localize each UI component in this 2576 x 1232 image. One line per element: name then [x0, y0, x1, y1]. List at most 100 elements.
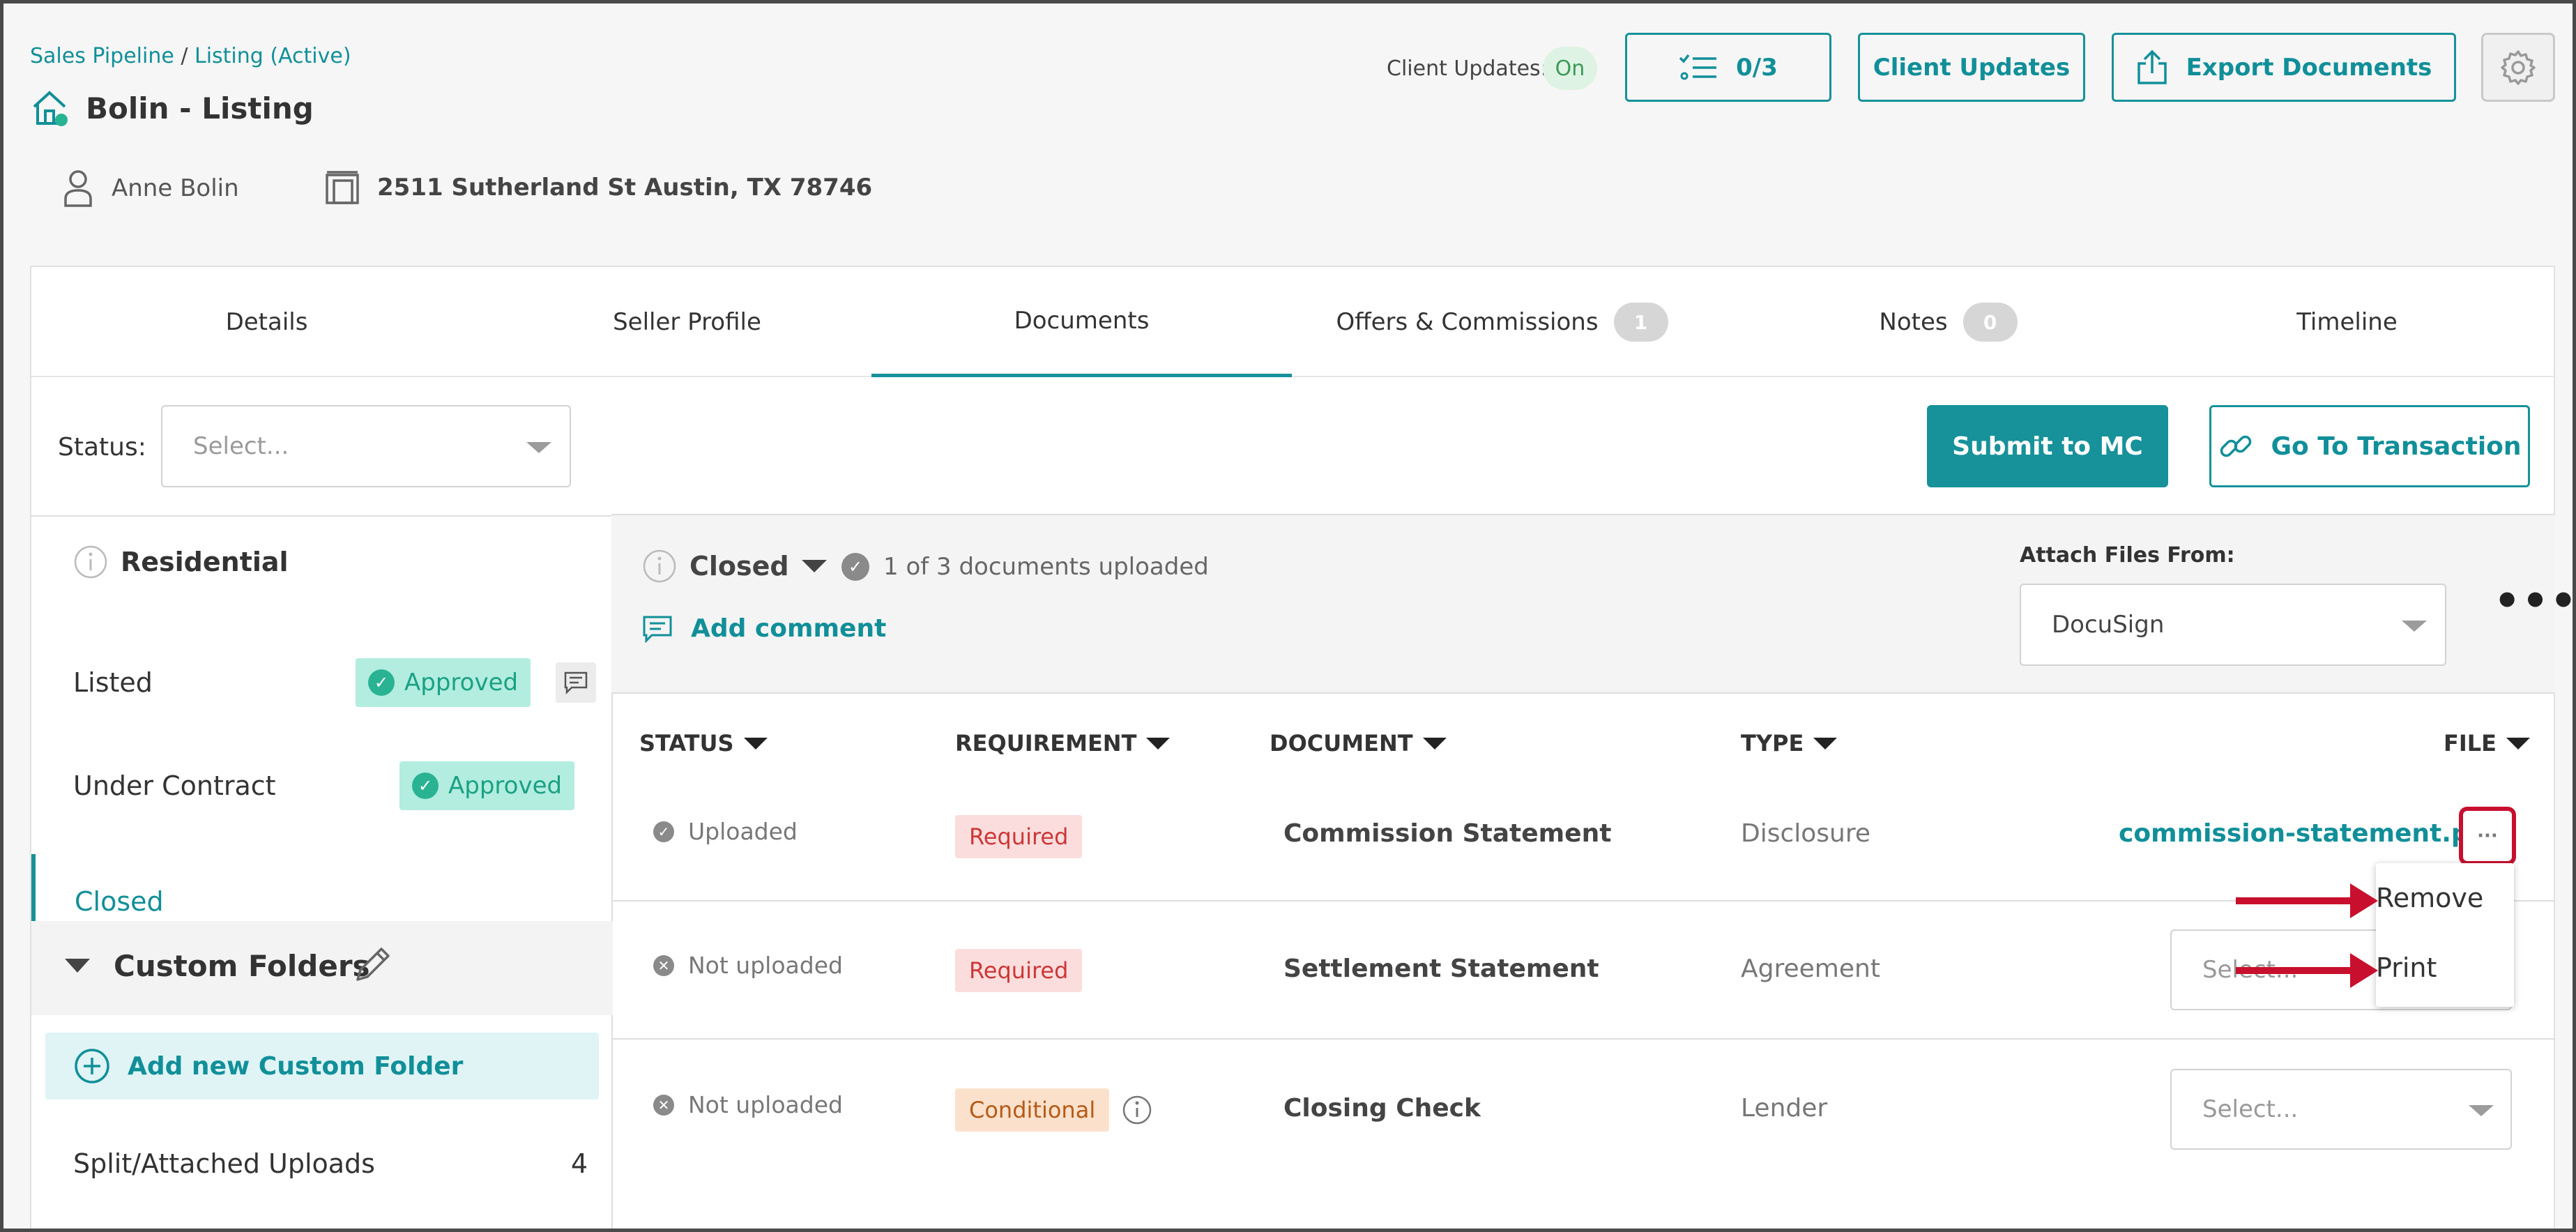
house-icon	[33, 91, 68, 126]
menu-item-label: Remove	[2376, 883, 2484, 913]
attach-files-label: Attach Files From:	[2020, 543, 2235, 568]
tab-label: Documents	[1014, 306, 1150, 335]
stage-dropdown[interactable]: Closed	[642, 549, 827, 584]
file-options-button[interactable]: ···	[2459, 807, 2516, 865]
gear-icon	[2501, 50, 2536, 85]
custom-folders-label: Custom Folders	[114, 949, 370, 983]
document-type: Agreement	[1741, 955, 1880, 983]
info-icon[interactable]	[1122, 1095, 1152, 1125]
add-comment-label: Add comment	[691, 614, 887, 643]
row-requirement: Required	[955, 949, 1083, 992]
split-uploads-count: 4	[570, 1148, 588, 1179]
tab-documents[interactable]: Documents	[871, 267, 1292, 377]
red-arrow-icon	[2236, 883, 2378, 918]
tab-timeline[interactable]: Timeline	[2137, 267, 2557, 377]
requirement-badge: Required	[955, 815, 1083, 858]
custom-folders-header[interactable]: Custom Folders	[31, 921, 613, 1015]
add-comment-link[interactable]: Add comment	[642, 614, 886, 643]
breadcrumb-sales-pipeline[interactable]: Sales Pipeline	[30, 44, 174, 68]
row-file: Select...	[2170, 1069, 2512, 1150]
submit-to-mc-button[interactable]: Submit to MC	[1927, 405, 2168, 487]
check-circle-icon: ✓	[653, 821, 674, 842]
file-select[interactable]: Select...	[2170, 1069, 2512, 1150]
column-requirement[interactable]: REQUIREMENT	[955, 730, 1171, 756]
client-updates-label: Client Updates:	[1387, 56, 1548, 81]
status-badge-approved: ✓ Approved	[399, 761, 575, 810]
sort-caret-icon	[1422, 737, 1447, 750]
add-custom-folder-button[interactable]: Add new Custom Folder	[45, 1033, 599, 1100]
plus-circle-icon	[75, 1049, 109, 1083]
more-options-button[interactable]: •••	[2494, 577, 2573, 625]
row-requirement: Required	[955, 815, 1083, 858]
tab-seller-profile[interactable]: Seller Profile	[477, 267, 897, 377]
attach-files-select[interactable]: DocuSign	[2020, 584, 2446, 666]
menu-item-label: Print	[2376, 952, 2437, 983]
settings-button[interactable]	[2481, 33, 2555, 102]
address-text: 2511 Sutherland St Austin, TX 78746	[377, 174, 873, 201]
comment-icon[interactable]	[556, 662, 596, 703]
red-arrow-icon	[2236, 953, 2378, 988]
person-icon	[64, 170, 92, 207]
file-link[interactable]: commission-statement.pdf	[2119, 819, 2498, 848]
column-document[interactable]: DOCUMENT	[1270, 730, 1447, 756]
tab-count-badge: 0	[1963, 303, 2018, 342]
sort-caret-icon	[743, 737, 768, 750]
tab-notes[interactable]: Notes 0	[1738, 267, 2158, 377]
stage-listed[interactable]: Listed ✓ Approved	[31, 649, 613, 716]
menu-item-print[interactable]: Print	[2376, 933, 2514, 1003]
breadcrumb: Sales Pipeline / Listing (Active)	[30, 44, 351, 68]
sort-caret-icon	[2506, 737, 2531, 750]
column-status[interactable]: STATUS	[639, 730, 768, 756]
chevron-down-icon	[2402, 621, 2427, 632]
document-name: Commission Statement	[1283, 819, 1612, 848]
check-circle-icon: ✓	[368, 669, 395, 696]
row-status-label: Not uploaded	[688, 952, 843, 979]
upload-icon	[2137, 50, 2167, 84]
column-label: DOCUMENT	[1270, 730, 1413, 756]
split-uploads-label: Split/Attached Uploads	[73, 1148, 375, 1179]
row-status: ✕ Not uploaded	[653, 952, 843, 979]
upload-progress-text: 1 of 3 documents uploaded	[883, 553, 1209, 581]
stage-label: Under Contract	[73, 770, 276, 801]
document-name: Closing Check	[1283, 1094, 1481, 1123]
stage-under-contract[interactable]: Under Contract ✓ Approved	[31, 752, 613, 819]
row-document: Commission Statement	[1283, 819, 1611, 848]
app-window: Sales Pipeline / Listing (Active) Bolin …	[0, 0, 2576, 1232]
checklist-icon	[1679, 54, 1717, 79]
x-circle-icon: ✕	[653, 1094, 674, 1116]
go-to-transaction-label: Go To Transaction	[2271, 432, 2522, 461]
column-label: FILE	[2444, 730, 2497, 756]
client-updates-toggle[interactable]: On	[1543, 47, 1597, 90]
tab-label: Timeline	[2296, 308, 2398, 336]
client-updates-button[interactable]: Client Updates	[1858, 33, 2085, 102]
column-type[interactable]: TYPE	[1741, 730, 1838, 756]
split-attached-uploads[interactable]: Split/Attached Uploads 4	[31, 1130, 613, 1197]
table-row: ✕ Not uploaded Conditional Closing Check…	[611, 1040, 2555, 1179]
page-title-row: Bolin - Listing	[30, 89, 314, 128]
row-status-label: Not uploaded	[688, 1091, 843, 1118]
file-options-menu: Remove Print	[2376, 863, 2514, 1007]
comment-icon	[643, 616, 672, 643]
column-file[interactable]: FILE	[2444, 730, 2531, 756]
attach-files-value: DocuSign	[2052, 611, 2165, 639]
residential-label: Residential	[121, 547, 289, 577]
status-label: Status:	[58, 433, 146, 462]
row-type: Lender	[1741, 1094, 1827, 1123]
row-type: Agreement	[1741, 955, 1880, 983]
breadcrumb-listing-active[interactable]: Listing (Active)	[195, 44, 351, 68]
tasks-button[interactable]: 0/3	[1625, 33, 1831, 102]
add-custom-folder-label: Add new Custom Folder	[128, 1051, 464, 1081]
check-circle-icon: ✓	[841, 553, 869, 581]
export-documents-button[interactable]: Export Documents	[2112, 33, 2456, 102]
documents-table-header: STATUS REQUIREMENT DOCUMENT TYPE FILE	[611, 695, 2555, 793]
pencil-icon[interactable]	[353, 945, 393, 984]
tab-offers-commissions[interactable]: Offers & Commissions 1	[1292, 267, 1712, 377]
tasks-count: 0/3	[1736, 53, 1778, 82]
export-documents-label: Export Documents	[2186, 53, 2432, 82]
tab-details[interactable]: Details	[56, 267, 477, 377]
tab-label: Seller Profile	[613, 308, 761, 336]
status-select[interactable]: Select...	[161, 405, 571, 487]
go-to-transaction-button[interactable]: Go To Transaction	[2209, 405, 2530, 487]
menu-item-remove[interactable]: Remove	[2376, 863, 2514, 933]
breadcrumb-separator: /	[174, 44, 195, 68]
